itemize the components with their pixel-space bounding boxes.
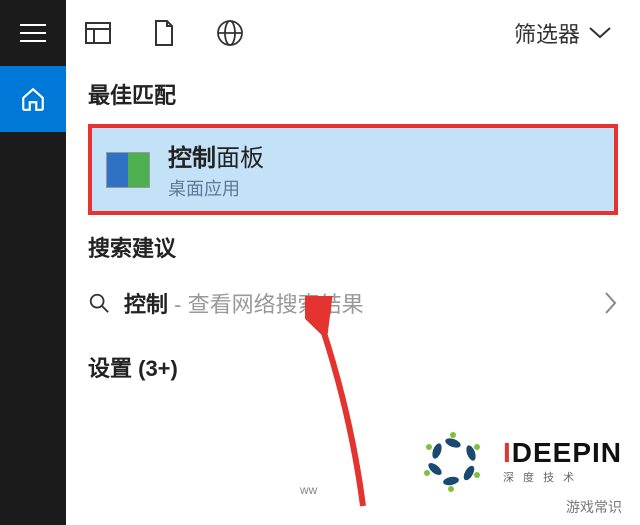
settings-heading: 设置 (3+) xyxy=(88,351,618,383)
app-view-icon[interactable] xyxy=(84,19,112,47)
search-icon xyxy=(88,292,110,314)
result-title: 控制面板 xyxy=(168,138,264,173)
watermark-logo: IDEEPIN 深 度 技 术 xyxy=(417,425,622,497)
result-subtitle: 桌面应用 xyxy=(168,175,264,201)
document-icon[interactable] xyxy=(150,19,178,47)
web-search-text: 控制 - 查看网络搜索结果 xyxy=(124,287,364,319)
web-icon[interactable] xyxy=(216,19,244,47)
home-icon xyxy=(20,86,46,112)
best-match-result[interactable]: 控制面板 桌面应用 xyxy=(88,124,618,215)
chevron-down-icon xyxy=(588,26,612,40)
search-suggest-heading: 搜索建议 xyxy=(88,231,618,263)
menu-button[interactable] xyxy=(0,0,66,66)
hamburger-icon xyxy=(20,24,46,42)
topbar: 筛选器 xyxy=(66,0,640,66)
corner-watermark: 游戏常识 xyxy=(566,497,622,517)
footer-watermark: ww xyxy=(300,483,317,497)
filter-label: 筛选器 xyxy=(514,17,580,49)
home-button[interactable] xyxy=(0,66,66,132)
control-panel-icon xyxy=(106,152,150,188)
filter-button[interactable]: 筛选器 xyxy=(514,17,622,49)
brand-text: IDEEPIN xyxy=(503,437,622,469)
best-match-heading: 最佳匹配 xyxy=(88,78,618,110)
chevron-right-icon xyxy=(604,291,618,315)
swirl-icon xyxy=(417,425,489,497)
web-search-row[interactable]: 控制 - 查看网络搜索结果 xyxy=(88,281,618,325)
brand-subtext: 深 度 技 术 xyxy=(503,469,622,485)
sidebar xyxy=(0,0,66,525)
